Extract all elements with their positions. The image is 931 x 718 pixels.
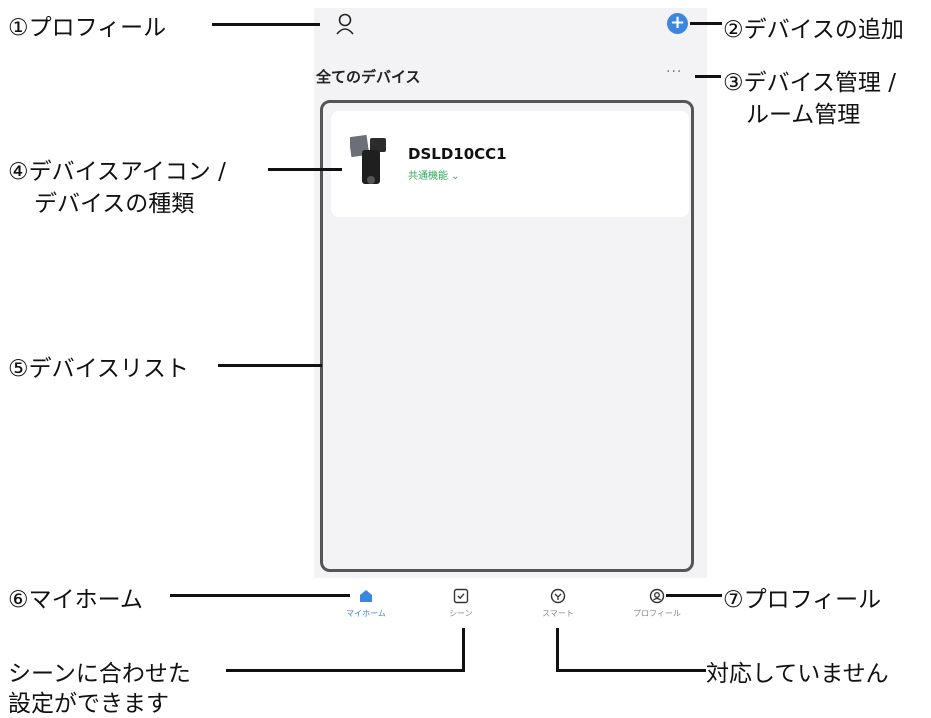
- smart-icon: [550, 588, 566, 604]
- annotation-device-type: デバイスの種類: [34, 191, 195, 217]
- leader-line: [666, 594, 722, 597]
- tab-scene[interactable]: シーン: [421, 588, 501, 619]
- tab-my-home[interactable]: マイホーム: [326, 588, 406, 619]
- annotation-profile: ①プロフィール: [8, 15, 167, 41]
- annotation-scene-note: シーンに合わせた: [8, 661, 191, 687]
- device-type[interactable]: 共通機能 ⌄: [408, 167, 460, 182]
- tab-label: マイホーム: [346, 609, 386, 618]
- tab-label: シーン: [449, 609, 473, 618]
- annotation-device-management: ③デバイス管理 /: [723, 70, 896, 96]
- leader-line: [226, 669, 465, 672]
- leader-line: [212, 23, 320, 26]
- tab-label: プロフィール: [633, 609, 681, 618]
- leader-line: [170, 594, 350, 597]
- device-name: DSLD10CC1: [408, 145, 507, 163]
- annotation-add-device: ②デバイスの追加: [723, 17, 904, 43]
- scene-icon: [453, 588, 469, 604]
- tab-smart[interactable]: スマート: [518, 588, 598, 619]
- annotation-smart-note: 対応していません: [706, 661, 889, 687]
- annotation-device-icon: ④デバイスアイコン /: [8, 159, 226, 185]
- leader-line: [690, 22, 722, 25]
- leader-line: [556, 628, 559, 672]
- tab-label: スマート: [542, 609, 574, 618]
- annotation-my-home: ⑥マイホーム: [8, 587, 143, 613]
- leader-line: [695, 75, 721, 78]
- more-menu-button[interactable]: ···: [666, 64, 682, 80]
- profile-icon[interactable]: [335, 12, 355, 36]
- annotation-scene-note-2: 設定ができます: [8, 691, 169, 717]
- device-camera-icon: [350, 134, 386, 184]
- leader-line: [268, 168, 342, 171]
- page-title: 全てのデバイス: [316, 68, 421, 86]
- annotation-profile-tab: ⑦プロフィール: [723, 587, 882, 613]
- annotation-device-list: ⑤デバイスリスト: [8, 356, 189, 382]
- leader-line: [218, 364, 322, 367]
- profile-icon: [649, 588, 665, 604]
- add-device-button[interactable]: +: [667, 13, 688, 34]
- annotation-room-management: ルーム管理: [746, 102, 861, 128]
- home-icon: [360, 590, 372, 602]
- tab-profile[interactable]: プロフィール: [617, 588, 697, 619]
- leader-line: [462, 628, 465, 672]
- leader-line: [556, 669, 706, 672]
